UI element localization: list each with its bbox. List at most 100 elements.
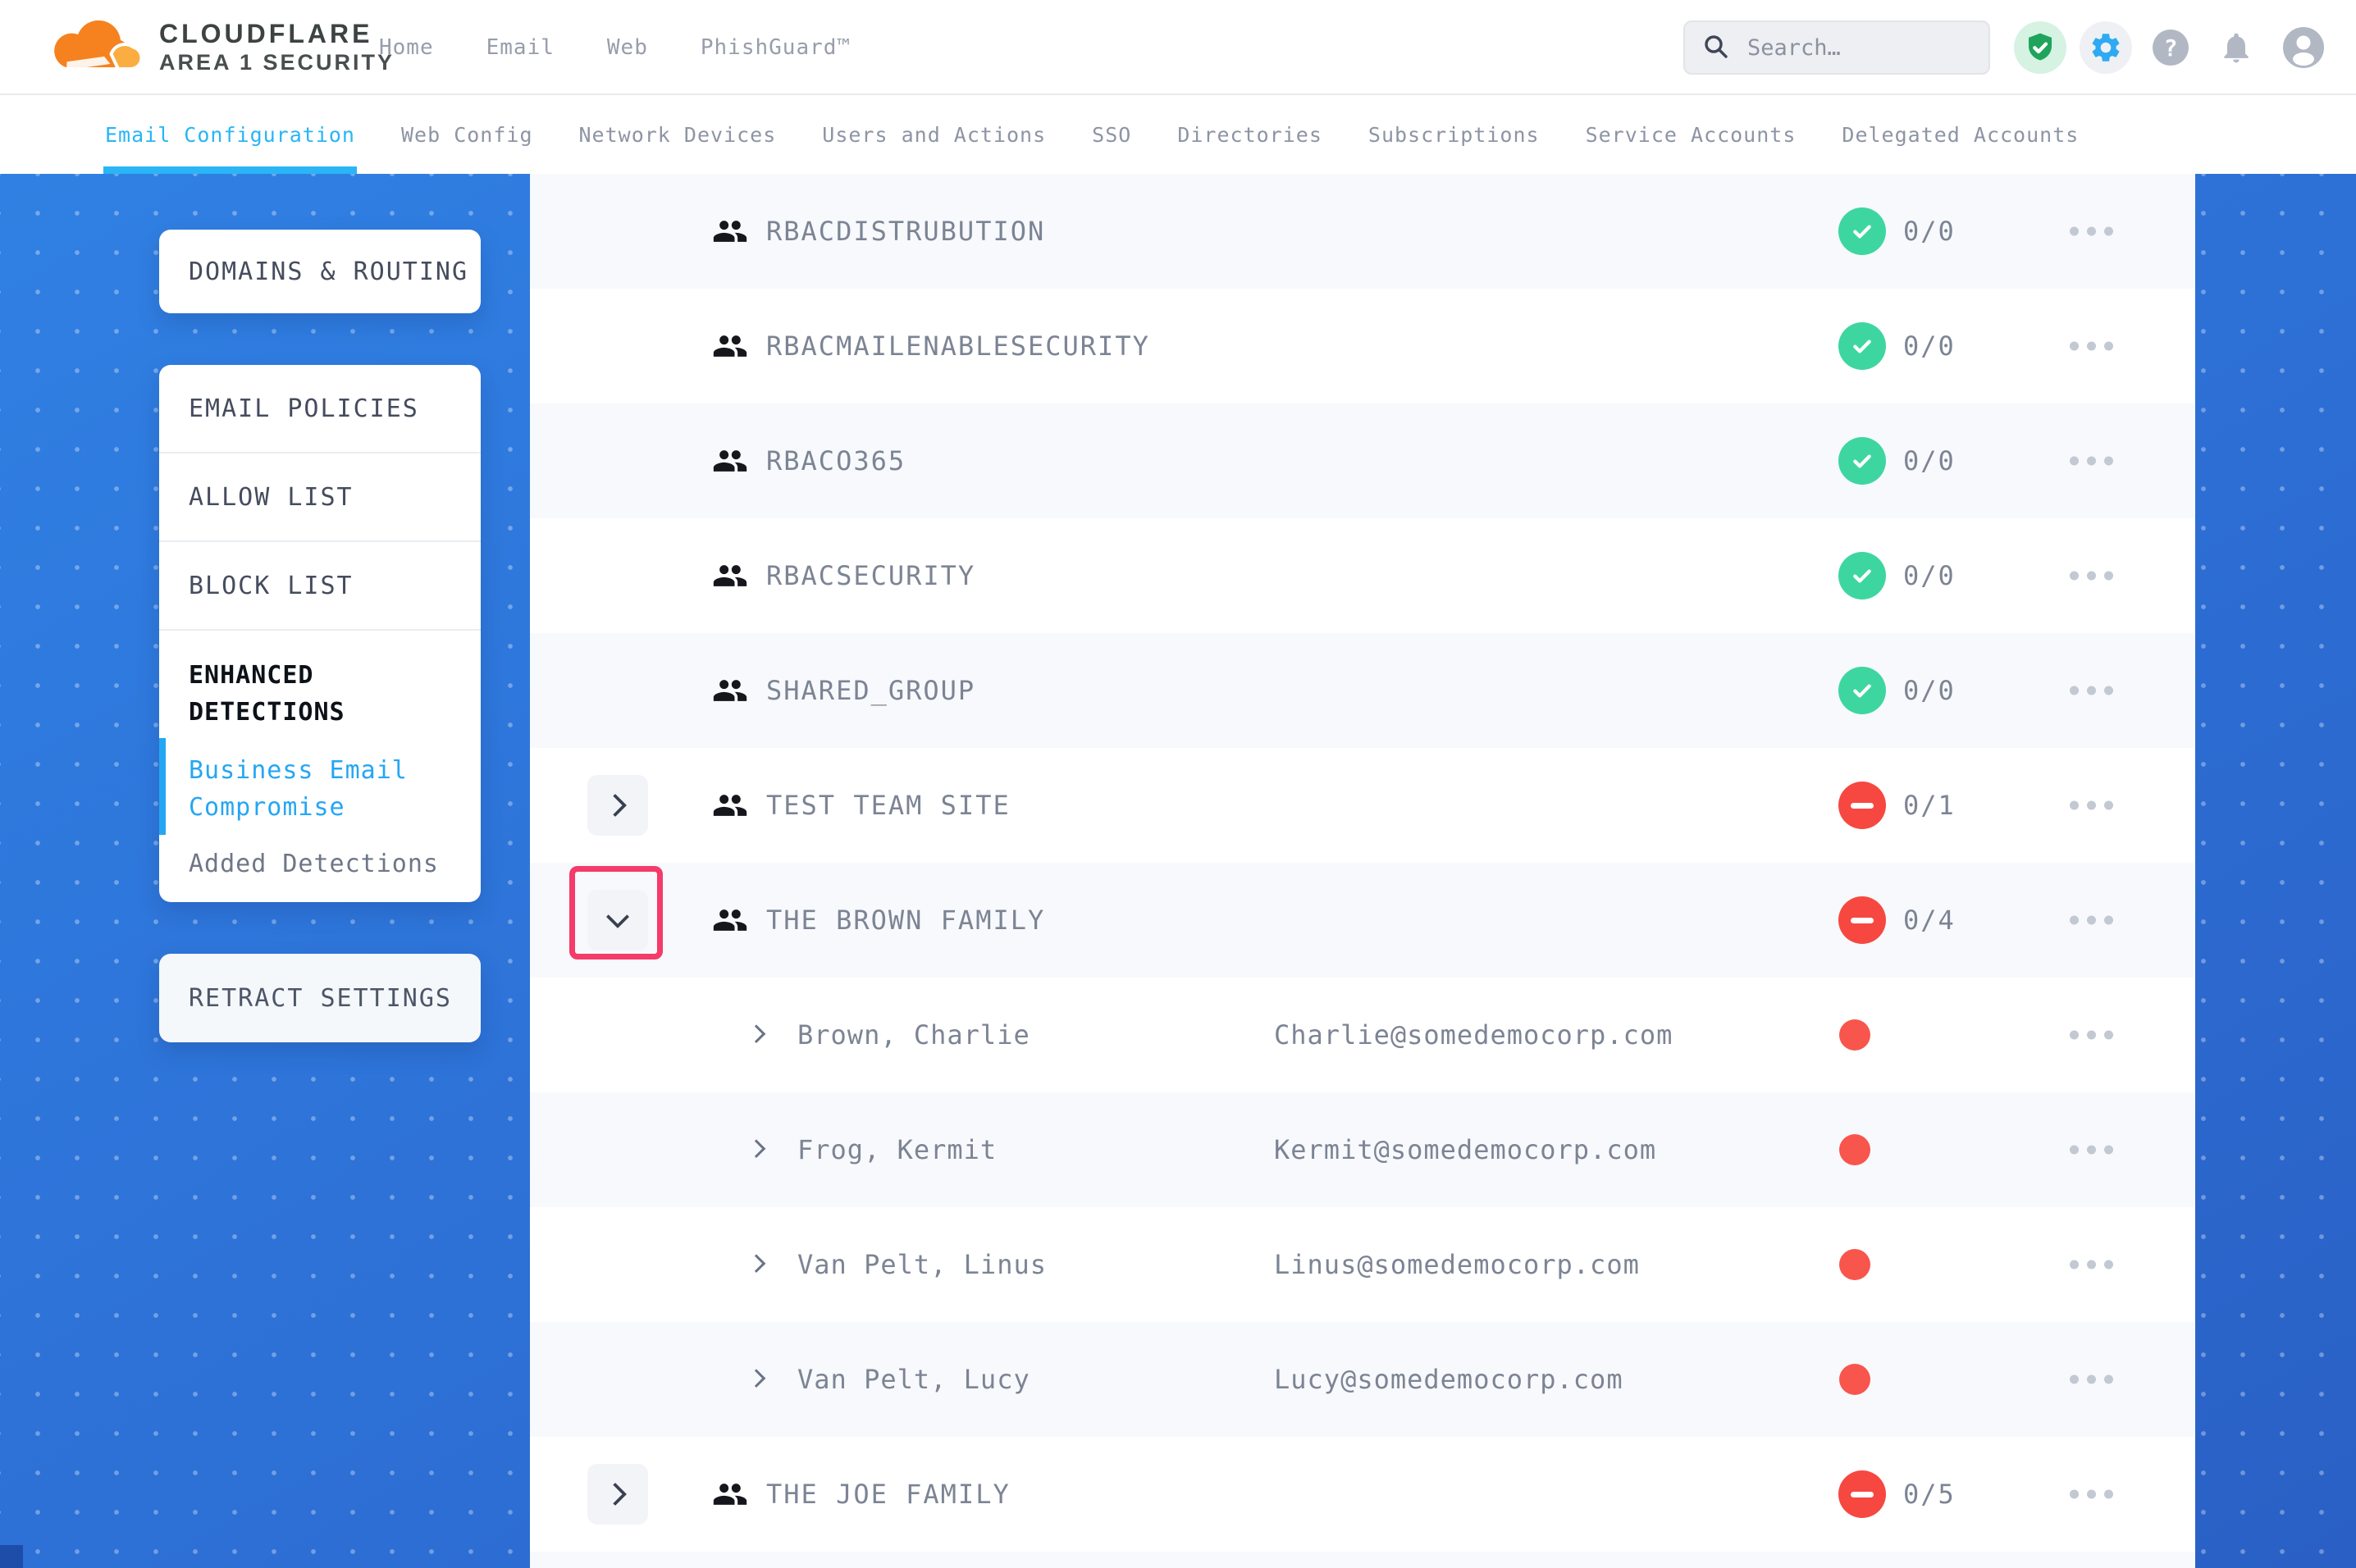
nav-phishguard[interactable]: PhishGuard™ (701, 35, 851, 60)
group-name: RBACSECURITY (766, 560, 975, 591)
member-email: Lucy@somedemocorp.com (1274, 1364, 1623, 1395)
expand-row-button[interactable] (587, 775, 648, 836)
table-row-group: RBACMAILENABLESECURITY 0/0 (530, 289, 2195, 403)
group-name: RBACMAILENABLESECURITY (766, 330, 1150, 362)
nav-home[interactable]: Home (379, 35, 434, 60)
table-row-member: Van Pelt, Linus Linus@somedemocorp.com (530, 1207, 2195, 1322)
content-area: DOMAINS & ROUTING EMAIL POLICIES ALLOW L… (0, 174, 2356, 1568)
group-icon (712, 443, 748, 479)
help-icon: ? (2152, 29, 2189, 66)
search-box[interactable] (1683, 21, 1990, 75)
status-pass-badge (1838, 207, 1886, 255)
status-fail-badge (1838, 782, 1886, 829)
tab-network-devices[interactable]: Network Devices (579, 95, 777, 174)
help-button[interactable]: ? (2144, 21, 2197, 74)
member-chevron-icon[interactable] (747, 1024, 766, 1043)
status-count: 0/0 (1903, 675, 1956, 706)
row-actions-menu[interactable] (2065, 445, 2118, 477)
row-actions-menu[interactable] (2065, 675, 2118, 707)
status-fail-dot (1839, 1134, 1870, 1165)
brand-line2: AREA 1 SECURITY (159, 50, 395, 76)
member-chevron-icon[interactable] (747, 1139, 766, 1158)
tab-subscriptions[interactable]: Subscriptions (1368, 95, 1540, 174)
user-menu-button[interactable] (2277, 21, 2330, 74)
sidebar-item-block-list[interactable]: BLOCK LIST (159, 542, 481, 631)
sidebar-item-email-policies[interactable]: EMAIL POLICIES (159, 365, 481, 454)
chevron-down-icon (606, 905, 629, 928)
group-icon (712, 902, 748, 938)
status-pass-badge (1838, 322, 1886, 370)
group-name: THE JOE FAMILY (766, 1479, 1011, 1510)
sidebar-item-retract-settings[interactable]: RETRACT SETTINGS (159, 954, 481, 1042)
row-actions-menu[interactable] (2065, 1249, 2118, 1281)
cloudflare-logo[interactable]: CLOUDFLARE AREA 1 SECURITY (49, 8, 395, 87)
nav-email[interactable]: Email (486, 35, 555, 60)
domains-routing-label: DOMAINS & ROUTING (189, 258, 468, 286)
brand-text: CLOUDFLARE AREA 1 SECURITY (159, 19, 395, 76)
check-icon (1849, 218, 1875, 244)
group-name: RBACDISTRUBUTION (766, 216, 1045, 247)
member-email: Charlie@somedemocorp.com (1274, 1019, 1673, 1051)
group-icon (712, 213, 748, 249)
security-shield-button[interactable] (2014, 21, 2066, 74)
table-row-group: THE BROWN FAMILY 0/4 (530, 863, 2195, 978)
row-actions-menu[interactable] (2065, 1479, 2118, 1511)
status-fail-dot (1839, 1364, 1870, 1395)
settings-button[interactable] (2080, 21, 2132, 74)
sidebar-email-policies-card: EMAIL POLICIES ALLOW LIST BLOCK LIST ENH… (159, 365, 481, 902)
sidebar-item-domains-routing[interactable]: DOMAINS & ROUTING (159, 230, 481, 313)
chevron-right-icon (604, 794, 627, 817)
row-actions-menu[interactable] (2065, 216, 2118, 248)
row-actions-menu[interactable] (2065, 1019, 2118, 1051)
row-actions-menu[interactable] (2065, 560, 2118, 592)
status-count: 0/0 (1903, 216, 1956, 247)
status-pass-badge (1838, 667, 1886, 714)
tab-delegated-accounts[interactable]: Delegated Accounts (1842, 95, 2079, 174)
search-input[interactable] (1746, 34, 1970, 62)
tab-sso[interactable]: SSO (1092, 95, 1131, 174)
expand-row-button[interactable] (587, 1464, 648, 1525)
cloudflare-cloud-icon (49, 16, 146, 79)
table-row-partial (530, 1552, 2195, 1568)
nav-web[interactable]: Web (607, 35, 648, 60)
member-name: Frog, Kermit (797, 1134, 997, 1165)
status-count: 0/0 (1903, 330, 1956, 362)
row-actions-menu[interactable] (2065, 790, 2118, 822)
tab-service-accounts[interactable]: Service Accounts (1586, 95, 1797, 174)
row-actions-menu[interactable] (2065, 1364, 2118, 1396)
status-count: 0/0 (1903, 445, 1956, 476)
app-header: CLOUDFLARE AREA 1 SECURITY Home Email We… (0, 0, 2356, 95)
enhanced-detections-heading: ENHANCED DETECTIONS (189, 657, 453, 731)
sidebar-item-business-email-compromise[interactable]: Business Email Compromise (189, 752, 453, 826)
row-actions-menu[interactable] (2065, 905, 2118, 937)
collapse-row-button[interactable] (587, 890, 648, 950)
member-name: Van Pelt, Lucy (797, 1364, 1030, 1395)
row-actions-menu[interactable] (2065, 1134, 2118, 1166)
sidebar-item-added-detections[interactable]: Added Detections (189, 846, 453, 882)
enhanced-detections-section: ENHANCED DETECTIONS Business Email Compr… (159, 631, 481, 882)
directory-table: RBACDISTRUBUTION 0/0 RBACMAILENABLESECUR… (530, 174, 2195, 1568)
member-chevron-icon[interactable] (747, 1369, 766, 1388)
tab-users-and-actions[interactable]: Users and Actions (822, 95, 1046, 174)
tab-web-config[interactable]: Web Config (401, 95, 533, 174)
check-icon (1849, 448, 1875, 474)
table-row-group: TEST TEAM SITE 0/1 (530, 748, 2195, 863)
user-avatar-icon (2282, 26, 2325, 69)
table-row-group: RBACDISTRUBUTION 0/0 (530, 174, 2195, 289)
status-count: 0/5 (1903, 1479, 1956, 1510)
tab-directories[interactable]: Directories (1177, 95, 1322, 174)
table-row-group: RBACSECURITY 0/0 (530, 518, 2195, 633)
notifications-button[interactable] (2210, 21, 2262, 74)
row-actions-menu[interactable] (2065, 330, 2118, 362)
status-count: 0/4 (1903, 905, 1956, 936)
status-count: 0/1 (1903, 790, 1956, 821)
sidebar-item-allow-list[interactable]: ALLOW LIST (159, 454, 481, 542)
check-icon (1849, 677, 1875, 704)
member-chevron-icon[interactable] (747, 1254, 766, 1273)
brand-line1: CLOUDFLARE (159, 19, 395, 50)
status-fail-dot (1839, 1249, 1870, 1280)
search-icon (1703, 34, 1731, 62)
tab-email-configuration[interactable]: Email Configuration (105, 95, 355, 174)
minus-icon (1851, 918, 1874, 923)
group-icon (712, 672, 748, 709)
